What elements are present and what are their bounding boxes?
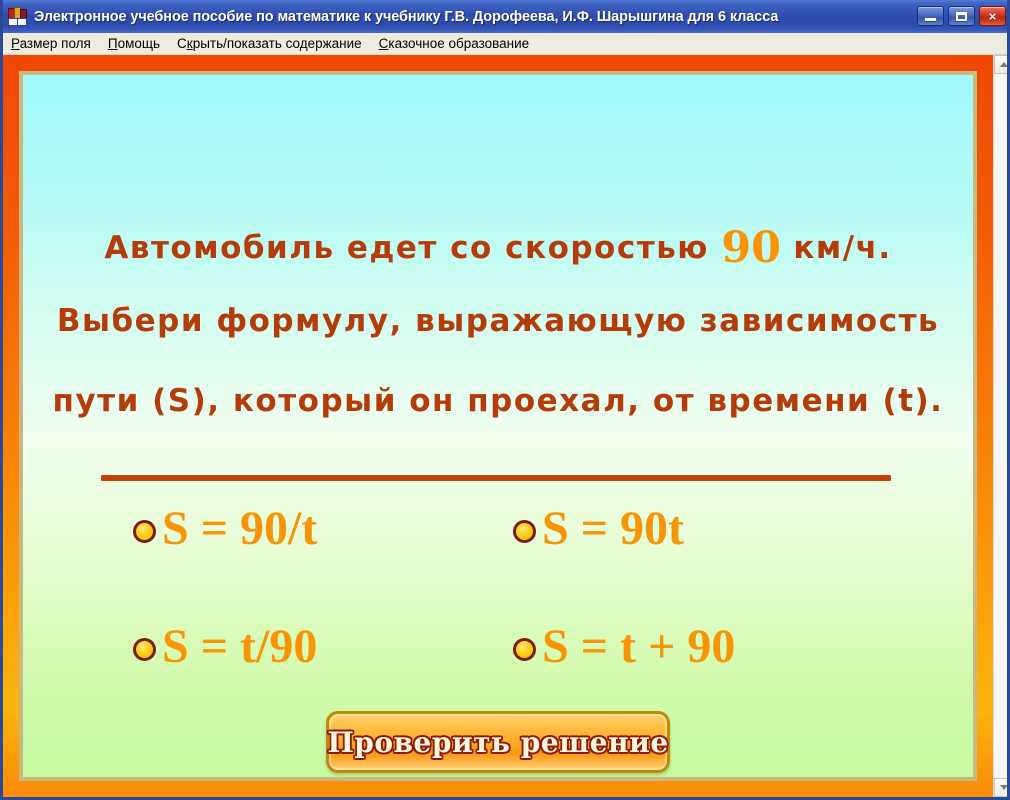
answer-option-label: S = 90/t: [162, 502, 318, 555]
frame-inner-border: Автомобиль едет со скоростью 90 км/ч. Вы…: [19, 71, 977, 781]
radio-button-icon[interactable]: [513, 637, 536, 661]
vertical-scrollbar[interactable]: [993, 55, 1007, 797]
menu-item-fairytale-education[interactable]: Сказочное образование: [371, 34, 539, 53]
window-title: Электронное учебное пособие по математик…: [34, 8, 779, 25]
window-controls: ×: [917, 6, 1006, 26]
chevron-down-icon: [999, 785, 1007, 790]
answer-options-row-1: S = 90/t S = 90t: [133, 505, 913, 623]
application-window: Электронное учебное пособие по математик…: [0, 0, 1010, 800]
lesson-slide: Автомобиль едет со скоростью 90 км/ч. Вы…: [23, 75, 973, 777]
maximize-icon: [956, 11, 967, 21]
menu-item-label: азмер поля: [19, 36, 91, 51]
question-text-after-value: км/ч.: [793, 230, 892, 266]
scroll-down-button[interactable]: [994, 778, 1007, 797]
close-button[interactable]: ×: [979, 6, 1006, 26]
check-button-wrap: Проверить решение: [23, 711, 973, 773]
maximize-button[interactable]: [948, 6, 975, 26]
check-solution-button-label: Проверить решение: [327, 725, 669, 759]
radio-button-icon[interactable]: [133, 519, 156, 543]
menu-item-label: казочное образование: [388, 36, 530, 51]
menu-item-help[interactable]: Помощь: [100, 34, 169, 53]
answer-options: S = 90/t S = 90t S = t/90 S = t + 90: [23, 505, 973, 741]
radio-button-icon[interactable]: [133, 637, 156, 661]
menu-item-label: рыть/показать содержание: [192, 36, 362, 51]
menu-item-prefix: С: [177, 36, 187, 51]
decorative-frame: Автомобиль едет со скоростью 90 км/ч. Вы…: [3, 55, 993, 797]
radio-button-icon[interactable]: [513, 519, 536, 543]
menu-item-field-size[interactable]: Размер поля: [3, 34, 100, 53]
client-area: Автомобиль едет со скоростью 90 км/ч. Вы…: [3, 55, 1007, 797]
close-icon: ×: [988, 8, 997, 24]
answer-option-label: S = 90t: [542, 502, 685, 555]
answer-option-label: S = t/90: [162, 620, 318, 673]
question-line-2: Выбери формулу, выражающую зависимость: [56, 303, 940, 339]
title-bar: Электронное учебное пособие по математик…: [3, 0, 1007, 33]
question-text-before-value: Автомобиль едет со скоростью: [104, 230, 709, 266]
answer-option-label: S = t + 90: [542, 620, 736, 673]
menu-accel-letter: С: [378, 36, 389, 51]
menu-accel-letter: Р: [11, 36, 20, 51]
menu-item-toggle-contents[interactable]: Скрыть/показать содержание: [169, 34, 371, 53]
menu-item-label: омощь: [117, 36, 161, 51]
menu-bar: Размер поля Помощь Скрыть/показать содер…: [3, 33, 1007, 55]
question-line-3: пути (S), который он проехал, от времени…: [52, 383, 944, 419]
answer-option-1[interactable]: S = 90/t: [133, 505, 513, 553]
scroll-up-button[interactable]: [994, 55, 1007, 74]
answer-option-4[interactable]: S = t + 90: [513, 623, 893, 671]
books-icon: [8, 6, 28, 27]
question-line-1: Автомобиль едет со скоростью 90 км/ч.: [23, 223, 973, 273]
answer-option-3[interactable]: S = t/90: [133, 623, 513, 671]
minimize-icon: [925, 18, 936, 21]
speed-value: 90: [721, 223, 782, 273]
chevron-up-icon: [999, 62, 1007, 67]
horizontal-divider: [101, 475, 891, 481]
minimize-button[interactable]: [917, 6, 944, 26]
check-solution-button[interactable]: Проверить решение: [326, 711, 670, 773]
answer-option-2[interactable]: S = 90t: [513, 505, 893, 553]
menu-accel-letter: П: [107, 36, 118, 51]
